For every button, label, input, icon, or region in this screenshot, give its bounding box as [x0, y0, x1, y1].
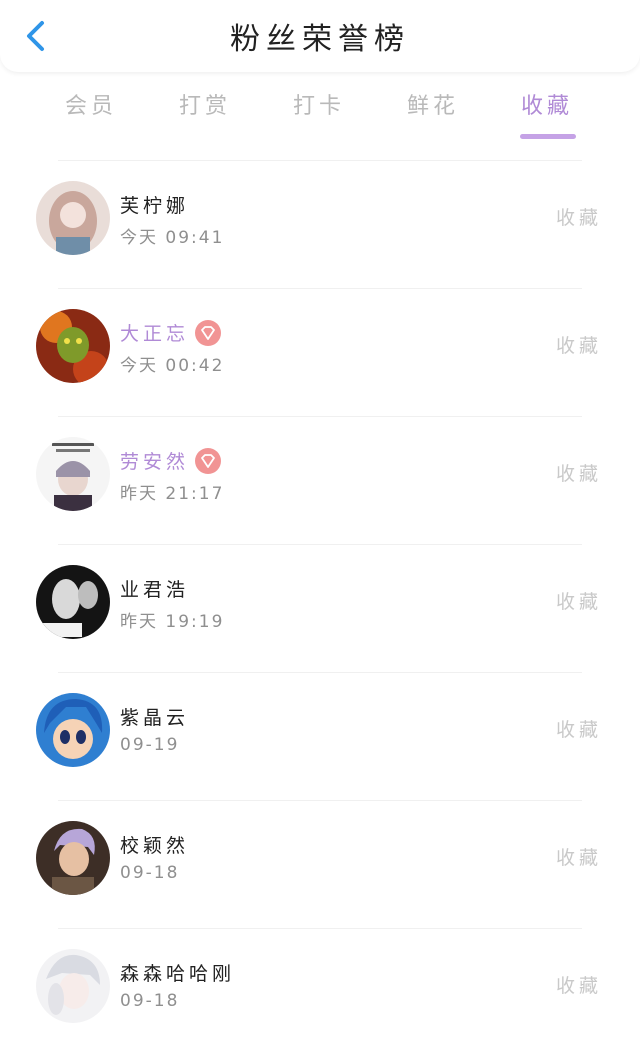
- tab-active-indicator: [520, 134, 576, 139]
- list-item[interactable]: 紫晶云 09-19 收藏: [0, 673, 640, 800]
- fan-time: 今天 00:42: [120, 356, 225, 376]
- list-item[interactable]: 大正忘 今天 00:42 收藏: [0, 289, 640, 416]
- avatar-image: [36, 693, 110, 767]
- tab-bar: 会员 打赏 打卡 鲜花 收藏: [0, 80, 640, 142]
- fan-name-text: 劳安然: [120, 451, 190, 473]
- avatar[interactable]: [36, 565, 110, 639]
- avatar-image: [36, 821, 110, 895]
- fan-time: 昨天 21:17: [120, 484, 225, 504]
- fan-name: 劳安然: [120, 447, 222, 476]
- favorite-label[interactable]: 收藏: [556, 203, 602, 230]
- avatar[interactable]: [36, 693, 110, 767]
- list-item[interactable]: 劳安然 昨天 21:17 收藏: [0, 417, 640, 544]
- favorite-label[interactable]: 收藏: [556, 843, 602, 870]
- fan-time: 09-19: [120, 735, 180, 755]
- avatar-image: [36, 181, 110, 255]
- fan-name: 校颖然: [120, 835, 190, 857]
- list-item[interactable]: 校颖然 09-18 收藏: [0, 801, 640, 928]
- header-bar: 粉丝荣誉榜: [0, 0, 640, 72]
- fan-time: 昨天 19:19: [120, 612, 225, 632]
- fan-name: 森森哈哈刚: [120, 963, 236, 985]
- tab-flower[interactable]: 鲜花: [388, 88, 478, 120]
- tab-reward[interactable]: 打赏: [160, 88, 250, 120]
- favorite-label[interactable]: 收藏: [556, 715, 602, 742]
- favorite-label[interactable]: 收藏: [556, 331, 602, 358]
- fan-list: 芙柠娜 今天 09:41 收藏 大正忘 今天 00:42 收藏 劳安然 昨天 2…: [0, 160, 640, 1056]
- fan-name-text: 大正忘: [120, 323, 190, 345]
- fan-time: 09-18: [120, 863, 180, 883]
- tab-member[interactable]: 会员: [46, 88, 136, 120]
- list-item[interactable]: 业君浩 昨天 19:19 收藏: [0, 545, 640, 672]
- fan-name: 业君浩: [120, 579, 190, 601]
- avatar-image: [36, 565, 110, 639]
- tab-favorite[interactable]: 收藏: [502, 88, 592, 120]
- avatar[interactable]: [36, 821, 110, 895]
- avatar[interactable]: [36, 309, 110, 383]
- favorite-label[interactable]: 收藏: [556, 587, 602, 614]
- fan-name: 芙柠娜: [120, 195, 190, 217]
- favorite-label[interactable]: 收藏: [556, 459, 602, 486]
- tab-checkin[interactable]: 打卡: [274, 88, 364, 120]
- favorite-label[interactable]: 收藏: [556, 971, 602, 998]
- avatar[interactable]: [36, 949, 110, 1023]
- avatar-image: [36, 437, 110, 511]
- diamond-badge-icon: [195, 447, 222, 474]
- page-title: 粉丝荣誉榜: [230, 22, 410, 57]
- fan-time: 09-18: [120, 991, 180, 1011]
- avatar-image: [36, 309, 110, 383]
- avatar[interactable]: [36, 437, 110, 511]
- list-item[interactable]: 森森哈哈刚 09-18 收藏: [0, 929, 640, 1056]
- diamond-badge-icon: [195, 319, 222, 346]
- fan-name: 大正忘: [120, 319, 222, 348]
- avatar[interactable]: [36, 181, 110, 255]
- list-item[interactable]: 芙柠娜 今天 09:41 收藏: [0, 161, 640, 288]
- fan-name: 紫晶云: [120, 707, 190, 729]
- avatar-image: [36, 949, 110, 1023]
- fan-time: 今天 09:41: [120, 228, 225, 248]
